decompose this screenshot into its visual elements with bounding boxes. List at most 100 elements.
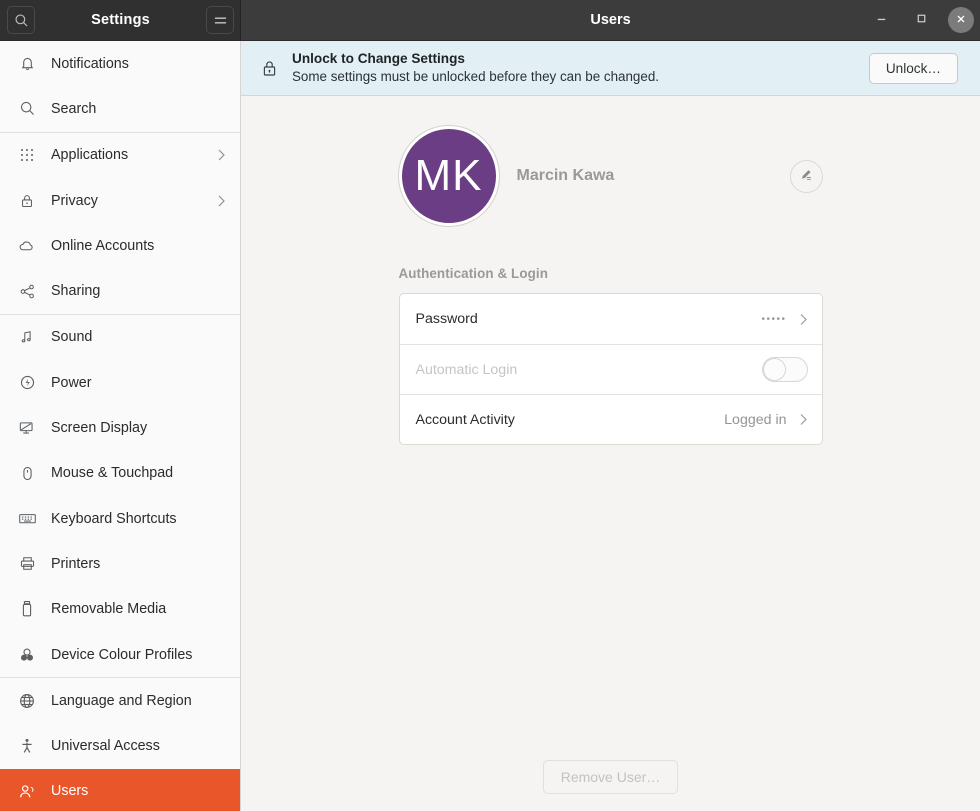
sidebar-title: Settings [35, 12, 206, 28]
sidebar-item-power[interactable]: Power [0, 360, 240, 405]
section-title-authentication: Authentication & Login [399, 266, 823, 281]
row-password[interactable]: Password ••••• [400, 294, 822, 344]
sidebar-item-search[interactable]: Search [0, 86, 240, 131]
sidebar-headerbar: Settings [0, 0, 241, 40]
close-icon [955, 12, 967, 28]
padlock-icon [261, 59, 278, 78]
close-button[interactable] [948, 7, 974, 33]
sidebar: Notifications Search [0, 41, 241, 811]
chevron-right-icon [217, 194, 226, 208]
keyboard-icon [15, 511, 39, 526]
sidebar-item-sharing[interactable]: Sharing [0, 268, 240, 313]
sidebar-group: Language and Region Universal Access [0, 677, 240, 811]
hamburger-menu-icon [213, 14, 228, 27]
sidebar-item-applications[interactable]: Applications [0, 133, 240, 178]
monitor-icon [15, 419, 39, 437]
sidebar-item-label: Online Accounts [51, 238, 226, 254]
users-panel: MK Marcin Kawa Authentication & Login [241, 96, 980, 811]
unlock-banner: Unlock to Change Settings Some settings … [241, 41, 980, 96]
sidebar-item-notifications[interactable]: Notifications [0, 41, 240, 86]
sidebar-item-device-colour-profiles[interactable]: Device Colour Profiles [0, 632, 240, 677]
sidebar-item-mouse-touchpad[interactable]: Mouse & Touchpad [0, 451, 240, 496]
mouse-icon [15, 465, 39, 482]
titlebar: Settings Users [0, 0, 980, 41]
panel-footer: Remove User… [241, 760, 980, 794]
power-bolt-icon [15, 374, 39, 391]
globe-icon [15, 692, 39, 710]
sidebar-item-label: Removable Media [51, 601, 226, 617]
sidebar-group: Sound Power [0, 314, 240, 677]
unlock-banner-subtitle: Some settings must be unlocked before th… [292, 69, 855, 86]
window-body: Notifications Search [0, 41, 980, 811]
sidebar-item-label: Notifications [51, 56, 226, 72]
music-note-icon [15, 329, 39, 345]
minimize-button[interactable] [868, 7, 894, 33]
minimize-icon [875, 12, 888, 28]
sidebar-item-label: Printers [51, 556, 226, 572]
sidebar-item-label: Keyboard Shortcuts [51, 511, 226, 527]
sidebar-item-label: Universal Access [51, 738, 226, 754]
sidebar-item-online-accounts[interactable]: Online Accounts [0, 223, 240, 268]
sidebar-item-label: Sound [51, 329, 226, 345]
bell-icon [15, 55, 39, 72]
row-label: Account Activity [416, 412, 725, 428]
account-activity-value: Logged in [724, 412, 786, 428]
chevron-right-icon [799, 412, 808, 427]
share-nodes-icon [15, 283, 39, 300]
search-icon [15, 100, 39, 117]
cloud-icon [15, 237, 39, 255]
user-icon [15, 783, 39, 800]
sidebar-item-label: Device Colour Profiles [51, 647, 226, 663]
lock-icon [15, 193, 39, 209]
row-label: Automatic Login [416, 362, 762, 378]
sidebar-item-removable-media[interactable]: Removable Media [0, 587, 240, 632]
pencil-edit-icon [798, 167, 814, 186]
row-label: Password [416, 311, 762, 327]
unlock-banner-text: Unlock to Change Settings Some settings … [292, 51, 855, 86]
content-area: Unlock to Change Settings Some settings … [241, 41, 980, 811]
sidebar-item-universal-access[interactable]: Universal Access [0, 723, 240, 768]
maximize-button[interactable] [908, 7, 934, 33]
sidebar-item-privacy[interactable]: Privacy [0, 178, 240, 223]
authentication-list: Password ••••• Automatic Login Accou [399, 293, 823, 445]
user-header: MK Marcin Kawa [399, 126, 823, 226]
chevron-right-icon [799, 312, 808, 327]
search-button[interactable] [7, 6, 35, 34]
sidebar-item-screen-display[interactable]: Screen Display [0, 405, 240, 450]
window-headerbar: Users [241, 0, 980, 40]
chevron-right-icon [217, 148, 226, 162]
toggle-knob [763, 358, 786, 381]
password-masked-value: ••••• [761, 314, 786, 325]
sidebar-item-users[interactable]: Users [0, 769, 240, 811]
sidebar-item-label: Search [51, 101, 226, 117]
sidebar-item-label: Privacy [51, 193, 217, 209]
sidebar-item-label: Sharing [51, 283, 226, 299]
remove-user-button[interactable]: Remove User… [543, 760, 679, 794]
colour-profiles-icon [15, 646, 39, 664]
sidebar-group: Applications Privacy [0, 132, 240, 314]
maximize-icon [915, 12, 928, 28]
avatar[interactable]: MK [399, 126, 499, 226]
sidebar-item-label: Screen Display [51, 420, 226, 436]
edit-user-button[interactable] [790, 160, 823, 193]
unlock-button[interactable]: Unlock… [869, 53, 958, 84]
main-menu-button[interactable] [206, 6, 234, 34]
sidebar-item-sound[interactable]: Sound [0, 315, 240, 360]
unlock-banner-title: Unlock to Change Settings [292, 51, 855, 68]
sidebar-item-keyboard-shortcuts[interactable]: Keyboard Shortcuts [0, 496, 240, 541]
automatic-login-toggle[interactable] [762, 357, 808, 382]
sidebar-item-label: Language and Region [51, 693, 226, 709]
sidebar-item-printers[interactable]: Printers [0, 541, 240, 586]
sidebar-item-label: Users [51, 783, 226, 799]
row-automatic-login: Automatic Login [400, 344, 822, 394]
usb-drive-icon [15, 600, 39, 618]
accessibility-icon [15, 737, 39, 755]
sidebar-item-label: Power [51, 375, 226, 391]
search-icon [14, 13, 29, 28]
row-account-activity[interactable]: Account Activity Logged in [400, 394, 822, 444]
sidebar-item-label: Mouse & Touchpad [51, 465, 226, 481]
printer-icon [15, 555, 39, 572]
window-controls [868, 7, 974, 33]
sidebar-item-language-and-region[interactable]: Language and Region [0, 678, 240, 723]
user-name: Marcin Kawa [517, 167, 790, 185]
